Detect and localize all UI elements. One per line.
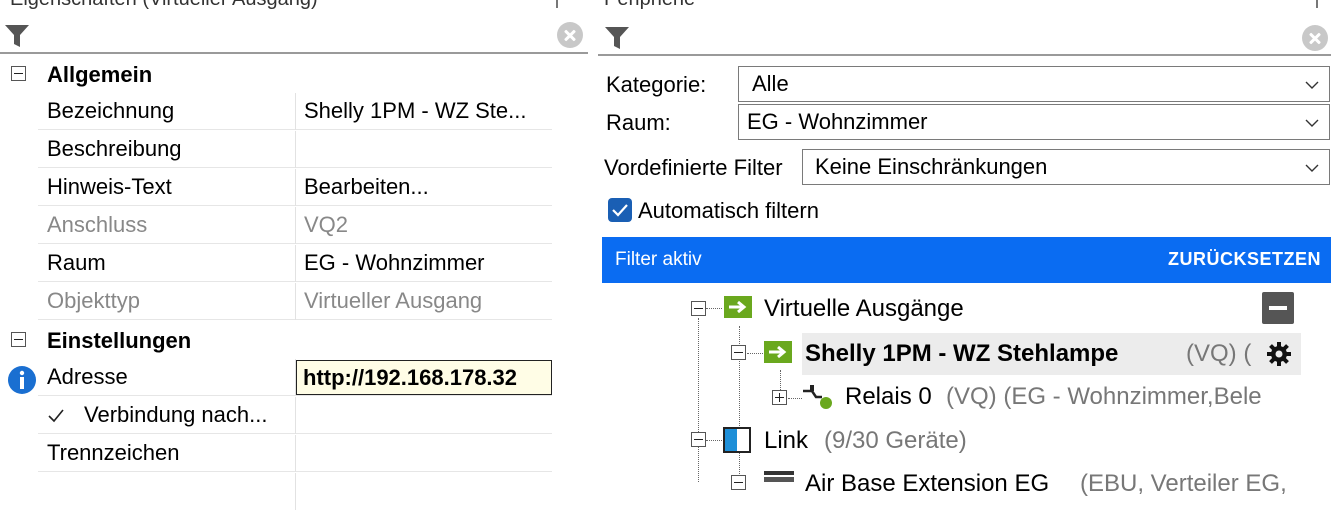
right-panel-pin-icon[interactable] <box>1316 0 1318 8</box>
collapse-virtual-outputs-icon[interactable] <box>691 301 706 316</box>
property-row-raum[interactable]: Raum EG - Wohnzimmer <box>38 245 552 282</box>
property-name: Anschluss <box>47 212 148 237</box>
category-einstellungen[interactable]: Einstellungen <box>47 328 191 354</box>
left-panel-pin-icon[interactable] <box>556 0 558 8</box>
property-row-verbindung[interactable]: Verbindung nach... <box>38 397 552 434</box>
peripherals-filter-bar[interactable] <box>598 20 1331 56</box>
vordefinierte-filter-value: Keine Einschränkungen <box>815 154 1048 179</box>
info-icon <box>8 366 36 394</box>
kategorie-select[interactable]: Alle <box>738 66 1330 102</box>
tree-item-shelly-suffix: (VQ) ( <box>1186 340 1252 367</box>
kategorie-value: Alle <box>752 71 789 96</box>
tree-item-virtual-outputs[interactable]: Virtuelle Ausgänge <box>764 295 964 323</box>
property-value: Virtueller Ausgang <box>304 288 483 313</box>
tree-item-link[interactable]: Link <box>764 427 808 455</box>
raum-select[interactable]: EG - Wohnzimmer <box>738 104 1330 140</box>
expand-relais-icon[interactable] <box>772 390 787 405</box>
property-row-empty <box>38 473 552 510</box>
property-value[interactable]: Shelly 1PM - WZ Ste... <box>304 98 527 124</box>
auto-filter-label[interactable]: Automatisch filtern <box>638 198 819 224</box>
tree-item-shelly[interactable]: Shelly 1PM - WZ Stehlampe <box>805 340 1118 368</box>
tree-item-relais[interactable]: Relais 0 <box>845 383 932 411</box>
raum-label: Raum: <box>606 110 671 135</box>
gear-icon[interactable] <box>1266 341 1292 367</box>
relay-icon <box>803 385 832 409</box>
collapse-shelly-icon[interactable] <box>731 345 746 360</box>
property-value: VQ2 <box>304 212 349 237</box>
properties-filter-bar[interactable] <box>0 18 588 54</box>
tree-item-air-base[interactable]: Air Base Extension EG <box>805 470 1049 498</box>
chevron-down-icon <box>1305 164 1319 172</box>
address-input[interactable]: http://192.168.178.32 <box>296 360 552 395</box>
raum-value: EG - Wohnzimmer <box>747 109 928 134</box>
property-row-hinweis-text[interactable]: Hinweis-Text Bearbeiten... <box>38 169 552 206</box>
output-arrow-icon <box>764 341 792 363</box>
collapse-all-icon[interactable] <box>1262 292 1294 324</box>
checkmark-icon <box>612 204 628 217</box>
vordefinierte-filter-select[interactable]: Keine Einschränkungen <box>802 149 1330 185</box>
funnel-icon[interactable] <box>604 26 630 50</box>
link-icon <box>723 427 751 453</box>
property-name: Objekttyp <box>47 288 140 313</box>
property-name: Trennzeichen <box>47 440 180 465</box>
property-value[interactable]: Bearbeiten... <box>304 174 429 200</box>
kategorie-label: Kategorie: <box>606 72 707 97</box>
chevron-down-icon <box>1305 119 1319 127</box>
property-row-bezeichnung[interactable]: Bezeichnung Shelly 1PM - WZ Ste... <box>38 93 552 130</box>
checkmark-icon[interactable] <box>48 409 64 423</box>
property-row-objekttyp: Objekttyp Virtueller Ausgang <box>38 283 552 320</box>
output-arrow-icon <box>724 296 752 318</box>
vordefinierte-filter-label: Vordefinierte Filter <box>604 155 783 180</box>
category-allgemein[interactable]: Allgemein <box>47 62 152 88</box>
property-name: Beschreibung <box>47 136 182 161</box>
property-name: Verbindung nach... <box>84 402 268 427</box>
device-icon <box>764 471 794 482</box>
peripherals-panel-title: Peripherie <box>604 0 695 11</box>
property-row-trennzeichen[interactable]: Trennzeichen <box>38 435 552 472</box>
property-value[interactable]: EG - Wohnzimmer <box>304 250 485 276</box>
reset-filter-button[interactable]: ZURÜCKSETZEN <box>1168 249 1321 270</box>
clear-filter-icon[interactable] <box>1302 25 1328 51</box>
property-row-anschluss: Anschluss VQ2 <box>38 207 552 244</box>
collapse-allgemein-icon[interactable] <box>11 66 26 81</box>
collapse-einstellungen-icon[interactable] <box>11 332 26 347</box>
chevron-down-icon <box>1305 81 1319 89</box>
clear-filter-icon[interactable] <box>557 22 583 48</box>
property-name: Adresse <box>47 364 128 389</box>
filter-active-banner: Filter aktiv ZURÜCKSETZEN <box>602 237 1331 283</box>
property-name: Raum <box>47 250 106 275</box>
property-row-beschreibung[interactable]: Beschreibung <box>38 131 552 168</box>
property-name: Hinweis-Text <box>47 174 172 199</box>
collapse-air-base-icon[interactable] <box>731 475 746 490</box>
tree-item-link-suffix: (9/30 Geräte) <box>824 427 967 454</box>
properties-panel-title: Eigenschaften (Virtueller Ausgang) <box>10 0 318 11</box>
collapse-link-icon[interactable] <box>691 432 706 447</box>
property-row-adresse[interactable]: Adresse http://192.168.178.32 <box>38 359 552 396</box>
address-value: http://192.168.178.32 <box>303 365 518 390</box>
tree-item-air-base-suffix: (EBU, Verteiler EG, <box>1080 470 1287 497</box>
tree-item-relais-suffix: (VQ) (EG - Wohnzimmer,Bele <box>946 383 1262 410</box>
funnel-icon[interactable] <box>4 24 30 48</box>
filter-active-text: Filter aktiv <box>615 249 702 270</box>
auto-filter-checkbox[interactable] <box>608 198 632 222</box>
property-name: Bezeichnung <box>47 98 175 123</box>
